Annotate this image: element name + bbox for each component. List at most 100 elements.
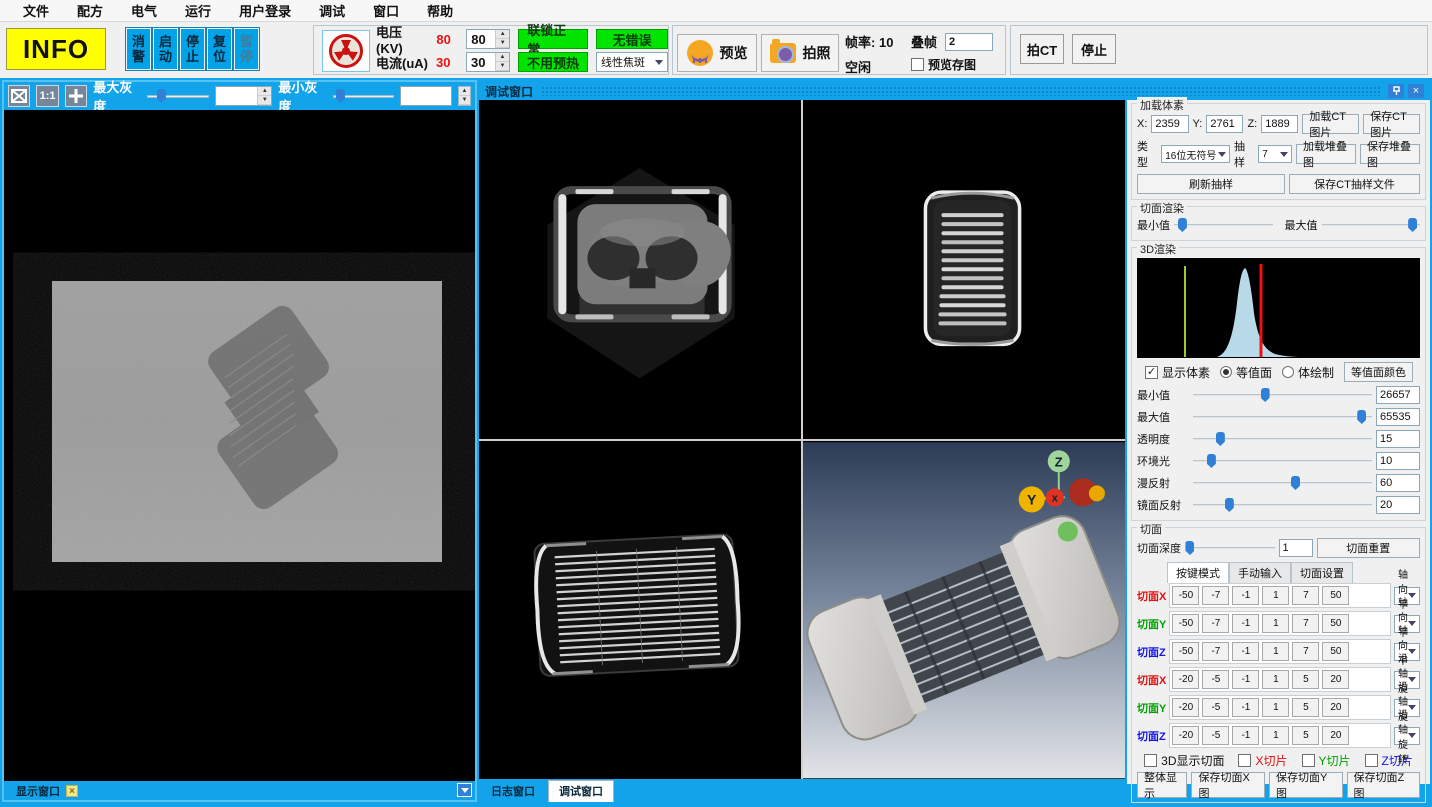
- volume-3d-view[interactable]: Z Y x: [803, 441, 1125, 780]
- menu-file[interactable]: 文件: [10, 0, 62, 22]
- stack-frames-input[interactable]: 2: [945, 33, 993, 51]
- fit-screen-icon[interactable]: [8, 85, 30, 107]
- save-slice-x-button[interactable]: 保存切面X图: [1191, 772, 1265, 798]
- show-whole-button[interactable]: 整体显示: [1137, 772, 1187, 798]
- step-button[interactable]: -7: [1202, 586, 1229, 605]
- save-slice-y-button[interactable]: 保存切面Y图: [1269, 772, 1343, 798]
- voltage-down-arrow[interactable]: ▼: [496, 39, 509, 48]
- menu-recipe[interactable]: 配方: [64, 0, 116, 22]
- min-gray-slider[interactable]: [333, 89, 394, 103]
- menu-electrical[interactable]: 电气: [118, 0, 170, 22]
- step-button[interactable]: 50: [1322, 642, 1349, 661]
- pause-button[interactable]: 暂停: [234, 28, 259, 70]
- menu-user-login[interactable]: 用户登录: [226, 0, 304, 22]
- x-slice-checkbox[interactable]: X切片: [1238, 752, 1287, 769]
- current-down-arrow[interactable]: ▼: [496, 62, 509, 71]
- current-spinbox[interactable]: 30 ▲▼: [466, 52, 510, 72]
- step-button[interactable]: -1: [1232, 642, 1259, 661]
- ambient-slider[interactable]: [1193, 454, 1372, 468]
- step-button[interactable]: -7: [1202, 642, 1229, 661]
- show-3d-slice-checkbox[interactable]: 3D显示切面: [1144, 752, 1224, 769]
- step-button[interactable]: 7: [1292, 586, 1319, 605]
- z-slice-checkbox[interactable]: Z切片: [1365, 752, 1413, 769]
- tab-key-mode[interactable]: 按键模式: [1167, 562, 1229, 583]
- opacity-slider[interactable]: [1193, 432, 1372, 446]
- load-stack-button[interactable]: 加载堆叠图: [1296, 144, 1356, 164]
- menu-debug[interactable]: 调试: [306, 0, 358, 22]
- type-select[interactable]: 16位无符号: [1161, 145, 1230, 163]
- sample-select[interactable]: 7: [1258, 145, 1292, 163]
- min-gray-spinbox[interactable]: 985: [400, 86, 452, 106]
- step-button[interactable]: -1: [1232, 586, 1259, 605]
- iso-color-button[interactable]: 等值面颜色: [1344, 362, 1413, 382]
- ct-axial-view[interactable]: [479, 100, 801, 439]
- max-gray-slider[interactable]: [147, 89, 208, 103]
- voltage-spinbox[interactable]: 80 ▲▼: [466, 29, 510, 49]
- slice-depth-input[interactable]: 1: [1279, 539, 1313, 557]
- step-button[interactable]: 1: [1262, 642, 1289, 661]
- step-button[interactable]: -50: [1172, 614, 1199, 633]
- max-gray-up[interactable]: ▲: [258, 87, 271, 96]
- step-button[interactable]: 5: [1292, 670, 1319, 689]
- tab-debug-window[interactable]: 调试窗口: [548, 780, 614, 802]
- voxel-x-input[interactable]: 2359: [1151, 115, 1188, 133]
- menu-window[interactable]: 窗口: [360, 0, 412, 22]
- max-gray-down[interactable]: ▼: [258, 96, 271, 105]
- ct-side-view[interactable]: [803, 100, 1125, 439]
- step-button[interactable]: -7: [1202, 614, 1229, 633]
- tab-list-dropdown[interactable]: [457, 783, 472, 797]
- tab-log-window[interactable]: 日志窗口: [481, 781, 545, 802]
- step-button[interactable]: 1: [1262, 670, 1289, 689]
- preview-button[interactable]: 预览: [677, 34, 757, 72]
- step-button[interactable]: -1: [1232, 726, 1259, 745]
- step-button[interactable]: 50: [1322, 586, 1349, 605]
- step-button[interactable]: 50: [1322, 614, 1349, 633]
- max-value-slider[interactable]: [1193, 410, 1372, 424]
- one-to-one-zoom-button[interactable]: 1:1: [36, 85, 58, 107]
- isosurface-radio[interactable]: 等值面: [1220, 364, 1272, 381]
- step-button[interactable]: -5: [1202, 698, 1229, 717]
- ct-top-view[interactable]: [479, 441, 801, 780]
- min-value-slider[interactable]: [1193, 388, 1372, 402]
- save-slice-z-button[interactable]: 保存切面Z图: [1347, 772, 1421, 798]
- tab-display-window[interactable]: 显示窗口 ×: [8, 782, 86, 800]
- ct-stop-button[interactable]: 停止: [1072, 34, 1116, 64]
- tab-slice-settings[interactable]: 切面设置: [1291, 562, 1353, 583]
- radiograph-view[interactable]: [4, 110, 475, 781]
- step-button[interactable]: 1: [1262, 726, 1289, 745]
- stop-button[interactable]: 停止: [180, 28, 205, 70]
- save-stack-button[interactable]: 保存堆叠图: [1360, 144, 1420, 164]
- min-gray-stepper[interactable]: ▲▼: [458, 86, 471, 106]
- reset-button[interactable]: 复位: [207, 28, 232, 70]
- shoot-ct-button[interactable]: 拍CT: [1020, 34, 1064, 64]
- step-button[interactable]: -50: [1172, 642, 1199, 661]
- focus-mode-select[interactable]: 线性焦斑: [596, 52, 668, 72]
- step-button[interactable]: -20: [1172, 726, 1199, 745]
- mute-alarm-button[interactable]: 消警: [126, 28, 151, 70]
- step-button[interactable]: 1: [1262, 614, 1289, 633]
- step-button[interactable]: 5: [1292, 726, 1319, 745]
- specular-slider[interactable]: [1193, 498, 1372, 512]
- slice-max-slider[interactable]: [1322, 218, 1421, 232]
- slice-z-rotate-select[interactable]: 沿轴旋转: [1394, 727, 1420, 745]
- specular-input[interactable]: 20: [1376, 496, 1420, 514]
- close-icon[interactable]: ×: [1408, 84, 1424, 98]
- menu-run[interactable]: 运行: [172, 0, 224, 22]
- slice-reset-button[interactable]: 切面重置: [1317, 538, 1421, 558]
- capture-button[interactable]: 拍照: [761, 34, 839, 72]
- close-icon[interactable]: ×: [66, 785, 78, 797]
- step-button[interactable]: 5: [1292, 698, 1319, 717]
- menu-help[interactable]: 帮助: [414, 0, 466, 22]
- crosshair-icon[interactable]: [65, 85, 87, 107]
- load-ct-images-button[interactable]: 加载CT图片: [1302, 114, 1359, 134]
- step-button[interactable]: -50: [1172, 586, 1199, 605]
- step-button[interactable]: 1: [1262, 698, 1289, 717]
- step-button[interactable]: -1: [1232, 614, 1259, 633]
- step-button[interactable]: 20: [1322, 670, 1349, 689]
- tab-manual-input[interactable]: 手动输入: [1229, 562, 1291, 583]
- show-voxel-checkbox[interactable]: ✓ 显示体素: [1145, 364, 1210, 381]
- pin-icon[interactable]: [1388, 84, 1404, 98]
- step-button[interactable]: -1: [1232, 670, 1259, 689]
- save-preview-checkbox[interactable]: 预览存图: [911, 56, 993, 73]
- step-button[interactable]: -5: [1202, 670, 1229, 689]
